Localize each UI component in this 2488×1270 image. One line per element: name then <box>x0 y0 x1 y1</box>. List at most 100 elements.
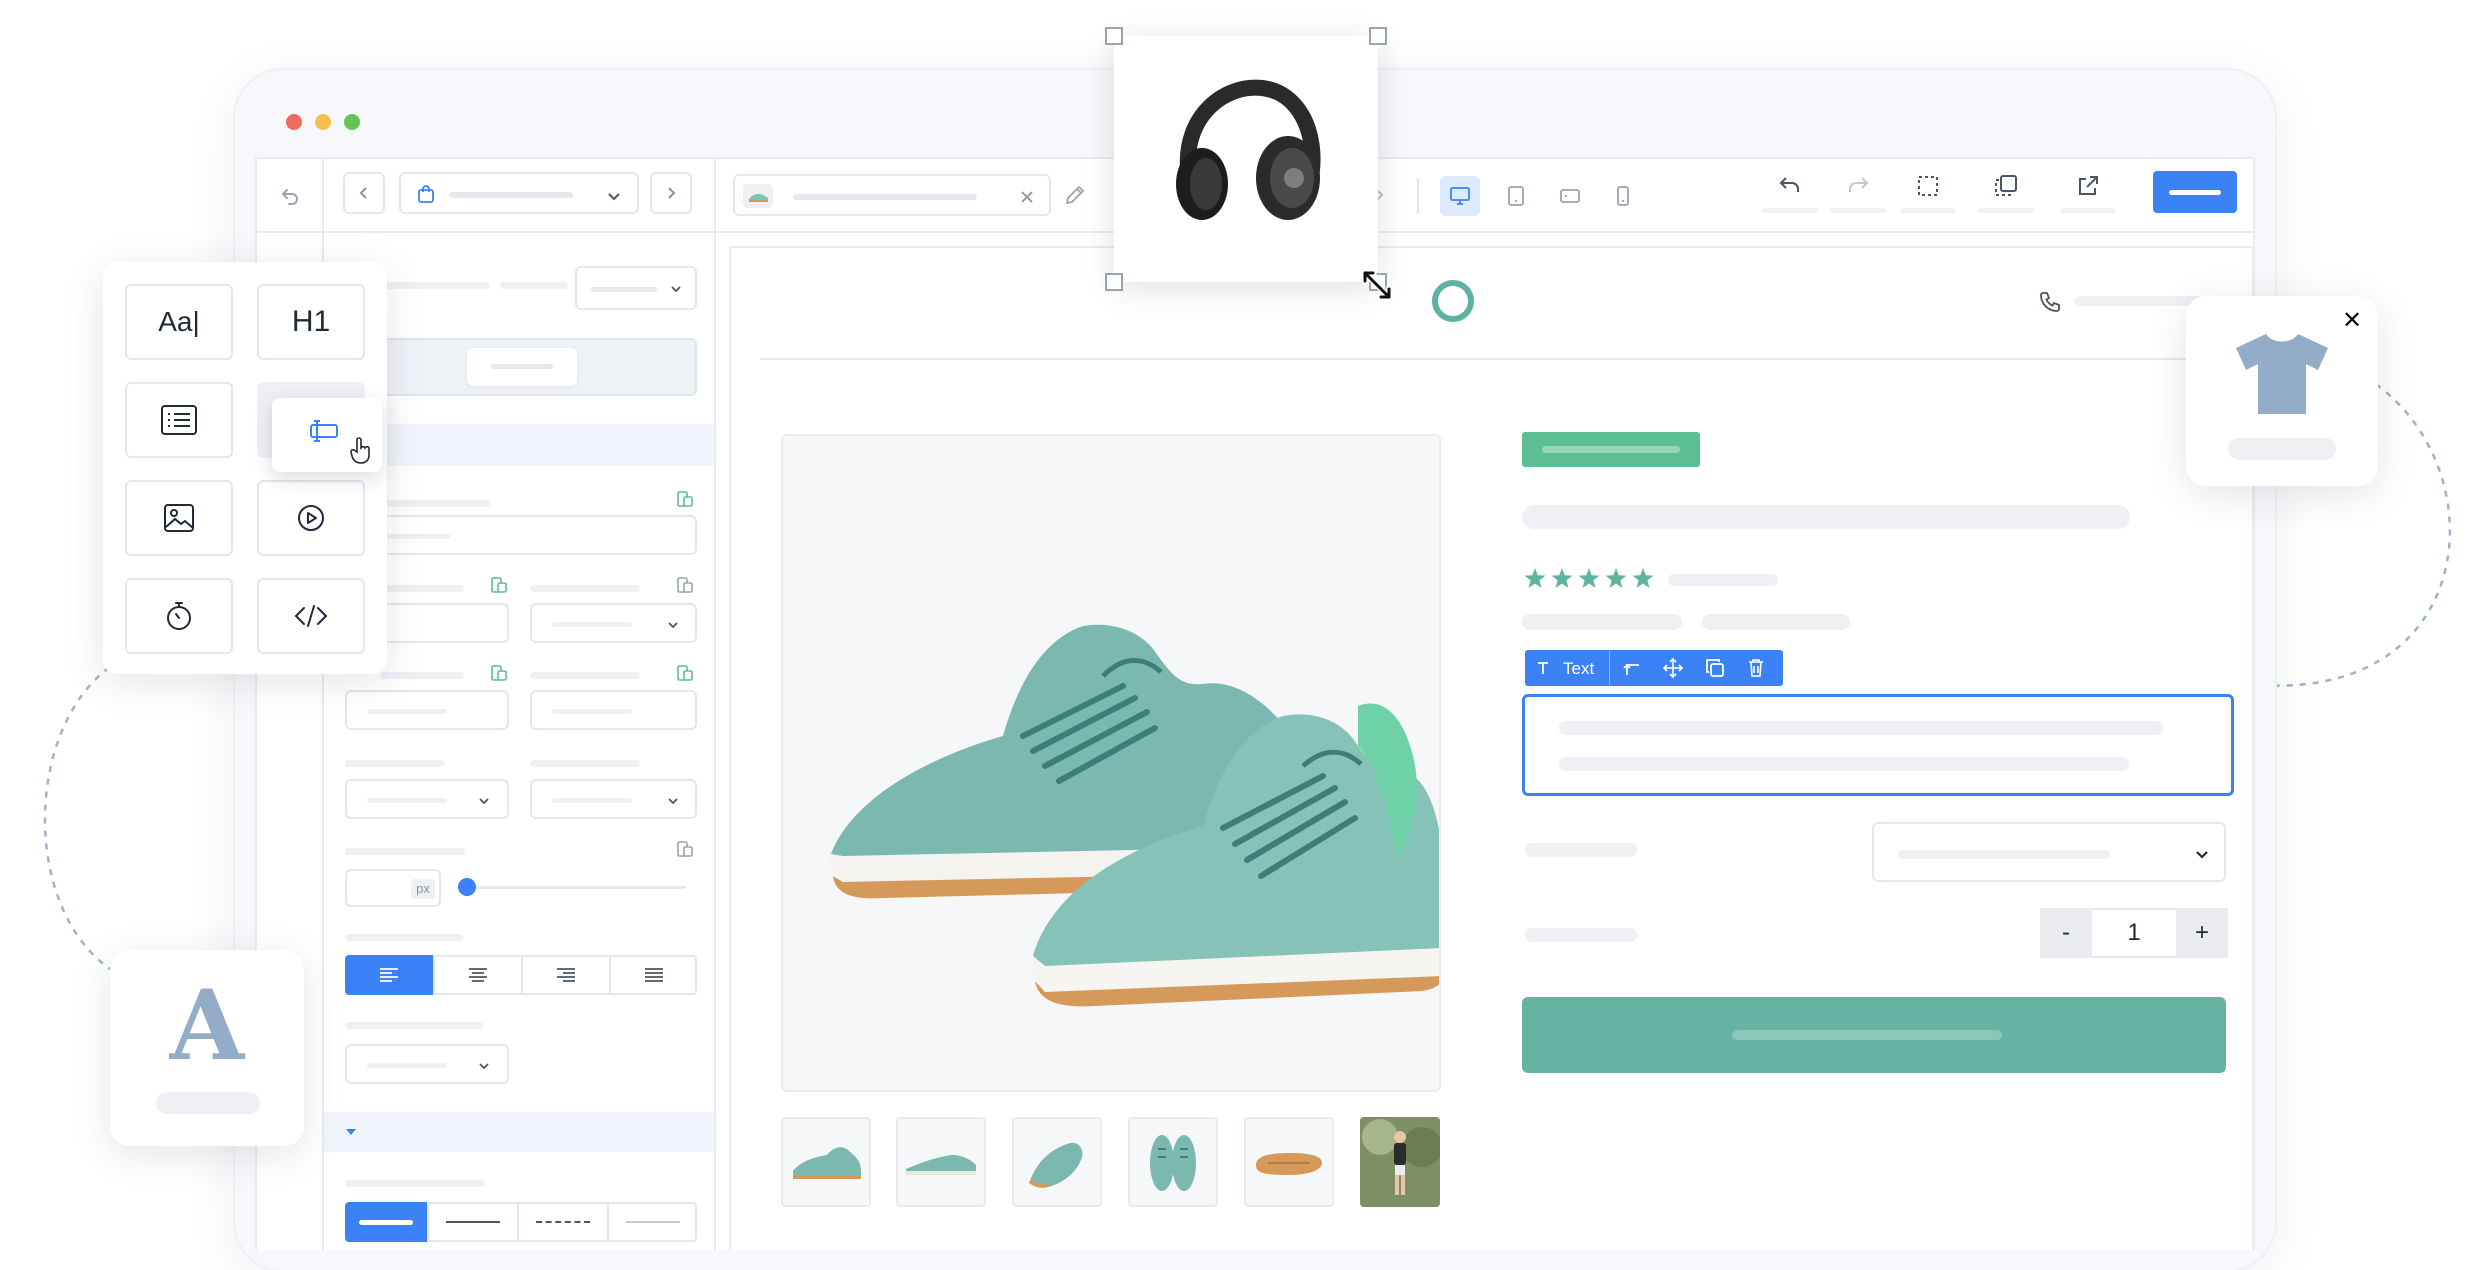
select-area-button[interactable] <box>1908 168 1948 204</box>
window-close-dot[interactable] <box>286 114 302 130</box>
responsive-icon[interactable] <box>676 840 694 858</box>
move-icon[interactable] <box>1663 658 1683 678</box>
next-page-button[interactable] <box>650 172 692 214</box>
palette-tile-video[interactable] <box>257 480 365 556</box>
size-slider-track[interactable] <box>466 886 686 889</box>
text-align-group <box>345 955 697 995</box>
add-to-cart-button[interactable] <box>1522 997 2226 1073</box>
site-header-divider <box>760 358 2254 360</box>
responsive-icon[interactable] <box>676 576 694 594</box>
sidebar-select-4[interactable] <box>345 1044 509 1084</box>
responsive-icon[interactable] <box>490 576 508 594</box>
responsive-icon[interactable] <box>676 490 694 508</box>
sidebar-section-header-2[interactable] <box>324 1112 714 1152</box>
preview-button[interactable] <box>2068 168 2108 204</box>
thumbnail-5[interactable] <box>1244 1117 1334 1207</box>
desktop-icon <box>1450 187 1470 205</box>
sidebar-input-left-2[interactable] <box>345 690 509 730</box>
align-center-button[interactable] <box>433 955 521 995</box>
redo-button[interactable] <box>1838 170 1878 204</box>
chevron-down-icon <box>479 798 489 805</box>
palette-tile-timer[interactable] <box>125 578 233 654</box>
palette-tile-image[interactable] <box>125 480 233 556</box>
tshirt-product-card[interactable]: ✕ <box>2186 296 2378 486</box>
page-selector-dropdown[interactable] <box>399 172 639 214</box>
delete-icon[interactable] <box>1747 658 1765 678</box>
palette-tile-list[interactable] <box>125 382 233 458</box>
sidebar-tab-bar[interactable] <box>345 338 697 396</box>
sidebar-dropdown[interactable] <box>575 266 697 310</box>
resize-handle-tl[interactable] <box>1105 27 1123 45</box>
resize-handle-bl[interactable] <box>1105 273 1123 291</box>
chevron-right-icon <box>668 187 676 199</box>
thumbnail-3[interactable] <box>1012 1117 1102 1207</box>
layers-button[interactable] <box>1986 168 2026 204</box>
sneaker-illustration <box>830 624 1439 1007</box>
variant-select[interactable] <box>1872 822 2226 882</box>
font-card[interactable]: A <box>110 950 304 1146</box>
window-minimize-dot[interactable] <box>315 114 331 130</box>
selected-text-widget[interactable] <box>1522 694 2234 796</box>
sidebar-select-left-3[interactable] <box>345 779 509 819</box>
responsive-icon[interactable] <box>490 664 508 682</box>
button-icon <box>310 420 338 442</box>
responsive-icon[interactable] <box>676 664 694 682</box>
prev-page-button[interactable] <box>343 172 385 214</box>
font-glyph: A <box>169 969 245 1082</box>
publish-button[interactable] <box>2153 171 2237 213</box>
window-maximize-dot[interactable] <box>344 114 360 130</box>
device-mobile-button[interactable] <box>1603 176 1643 216</box>
device-tablet-button[interactable] <box>1496 176 1536 216</box>
qty-plus-button[interactable]: + <box>2176 908 2228 958</box>
sidebar-text-input[interactable] <box>345 515 697 555</box>
close-card-button[interactable]: ✕ <box>2336 304 2368 336</box>
layers-icon <box>1995 175 2017 196</box>
headphones-image-card[interactable] <box>1114 36 1378 282</box>
align-left-button[interactable] <box>345 955 433 995</box>
palette-tile-text[interactable]: Aa| <box>125 284 233 360</box>
code-icon <box>294 605 328 627</box>
chevron-down-icon <box>608 193 620 201</box>
product-selector[interactable] <box>733 174 1051 216</box>
device-tablet-landscape-button[interactable] <box>1550 176 1590 216</box>
palette-tile-heading[interactable]: H1 <box>257 284 365 360</box>
chevron-left-icon <box>359 187 367 199</box>
star-icon <box>1605 568 1627 588</box>
qty-minus-button[interactable]: - <box>2040 908 2092 958</box>
border-solid-button[interactable] <box>345 1202 427 1242</box>
sidebar-select-right[interactable] <box>530 603 697 643</box>
sidebar-input-right-2[interactable] <box>530 690 697 730</box>
size-slider-handle[interactable] <box>458 878 476 896</box>
product-badge <box>1522 432 1700 467</box>
border-dashed-button[interactable] <box>517 1202 607 1242</box>
caret-down-icon <box>346 1129 356 1135</box>
select-parent-icon[interactable] <box>1623 659 1643 677</box>
chevron-down-icon <box>479 1063 489 1070</box>
thumbnail-4[interactable] <box>1128 1117 1218 1207</box>
resize-handle-tr[interactable] <box>1369 27 1387 45</box>
align-right-button[interactable] <box>521 955 609 995</box>
thumbnail-1[interactable] <box>781 1117 871 1207</box>
toolbar-divider <box>1417 178 1419 214</box>
back-icon[interactable] <box>270 176 310 216</box>
clear-icon[interactable] <box>1019 189 1035 205</box>
image-icon <box>164 504 194 532</box>
site-logo[interactable] <box>1432 280 1474 322</box>
edit-icon[interactable] <box>1064 184 1086 206</box>
text-widget-label[interactable]: Text <box>1563 659 1594 679</box>
thumbnail-2[interactable] <box>896 1117 986 1207</box>
undo-button[interactable] <box>1770 170 1810 204</box>
device-desktop-button[interactable] <box>1440 176 1480 216</box>
duplicate-icon[interactable] <box>1705 658 1725 678</box>
dragged-button-tile[interactable] <box>272 398 382 472</box>
thumbnail-6[interactable] <box>1360 1117 1440 1207</box>
sidebar-select-right-3[interactable] <box>530 779 697 819</box>
palette-tile-code[interactable] <box>257 578 365 654</box>
qty-value[interactable]: 1 <box>2092 908 2176 958</box>
product-main-image[interactable] <box>781 434 1441 1092</box>
border-dotted-button[interactable] <box>607 1202 697 1242</box>
size-input[interactable]: px <box>345 869 441 907</box>
border-line-button[interactable] <box>427 1202 517 1242</box>
align-justify-button[interactable] <box>609 955 697 995</box>
star-icon <box>1551 568 1573 588</box>
